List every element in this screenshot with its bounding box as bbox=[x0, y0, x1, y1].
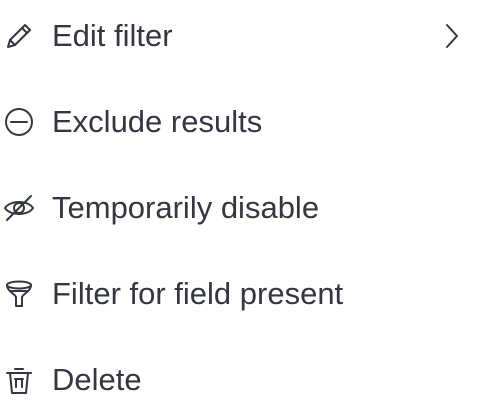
trash-icon bbox=[2, 363, 36, 397]
menu-item-label: Exclude results bbox=[52, 104, 263, 139]
menu-item-delete[interactable]: Delete bbox=[0, 352, 484, 408]
menu-item-edit-filter[interactable]: Edit filter bbox=[0, 8, 484, 64]
menu-item-label: Delete bbox=[52, 362, 142, 397]
filter-context-menu: Edit filter Exclude results Temporarily … bbox=[0, 0, 484, 420]
chevron-right-icon bbox=[440, 19, 464, 53]
menu-item-label: Temporarily disable bbox=[52, 190, 320, 225]
menu-item-temporarily-disable[interactable]: Temporarily disable bbox=[0, 180, 484, 236]
menu-item-exclude-results[interactable]: Exclude results bbox=[0, 94, 484, 150]
minus-circle-icon bbox=[2, 105, 36, 139]
menu-item-filter-for-field-present[interactable]: Filter for field present bbox=[0, 266, 484, 322]
funnel-icon bbox=[2, 277, 36, 311]
menu-item-label: Filter for field present bbox=[52, 276, 344, 311]
menu-item-label: Edit filter bbox=[52, 18, 173, 53]
pencil-icon bbox=[2, 19, 36, 53]
eye-closed-icon bbox=[2, 191, 36, 225]
